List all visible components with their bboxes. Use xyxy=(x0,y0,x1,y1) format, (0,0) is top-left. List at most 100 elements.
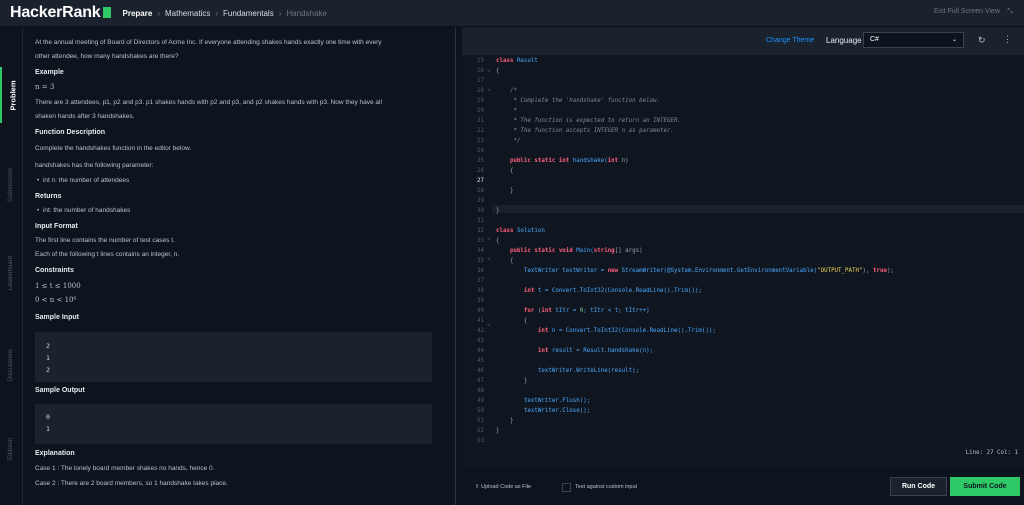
breadcrumb-fundamentals[interactable]: Fundamentals xyxy=(223,9,274,18)
line-number: 23 xyxy=(477,138,484,144)
chevron-right-icon: › xyxy=(157,8,160,18)
custom-input-label[interactable]: Test against custom input xyxy=(575,484,637,490)
fold-icon[interactable]: ⌄ xyxy=(487,86,491,92)
code-keyword: public static int xyxy=(496,158,570,164)
line-number: 44 xyxy=(477,348,484,354)
splitter-line xyxy=(455,27,456,505)
tab-submissions[interactable]: Submissions xyxy=(0,157,22,213)
code-comment: * The function accepts INTEGER n as para… xyxy=(496,128,674,134)
code-identifier: Main( xyxy=(572,248,594,254)
line-number: 49 xyxy=(477,398,484,404)
editor-panel: Change Theme Language C# ⌄ ↻ ⋮ 15 16 17 18 1… xyxy=(462,27,1024,505)
code-identifier: n = Convert.ToInt32(Console.ReadLine().T… xyxy=(548,328,716,334)
intro-text-1: At the annual meeting of Board of Direct… xyxy=(35,39,382,46)
line-number: 53 xyxy=(477,438,484,444)
line-number: 29 xyxy=(477,198,484,204)
code-line: textWriter.Flush(); xyxy=(496,398,591,404)
tab-discussions[interactable]: Discussions xyxy=(0,337,22,393)
tab-leaderboard[interactable]: Leaderboard xyxy=(0,245,22,301)
tab-editorial-label: Editorial xyxy=(8,438,14,460)
problem-statement: At the annual meeting of Board of Direct… xyxy=(23,27,449,505)
line-number: 35 xyxy=(477,258,484,264)
chevron-right-icon: › xyxy=(215,8,219,18)
line-number: 28 xyxy=(477,188,484,194)
line-number: 37 xyxy=(477,278,484,284)
code-punct: ), xyxy=(862,268,873,274)
more-options-icon[interactable]: ⋮ xyxy=(1003,34,1012,45)
tab-problem[interactable]: Problem xyxy=(0,67,24,123)
fold-icon[interactable]: ⌄ xyxy=(487,235,491,241)
line-number: 45 xyxy=(477,358,484,364)
line-number: 46 xyxy=(477,368,484,374)
submit-code-button[interactable]: Submit Code xyxy=(950,477,1020,496)
side-tabs: Problem Submissions Leaderboard Discussi… xyxy=(0,27,23,505)
code-keyword: new xyxy=(607,268,619,274)
returns-heading: Returns xyxy=(35,193,62,200)
line-number: 43 xyxy=(477,338,484,344)
code-line: int result = Result.handshake(n); xyxy=(496,348,653,354)
reset-code-icon[interactable]: ↻ xyxy=(978,35,986,46)
constraint-1: 1 ≤ t ≤ 1000 xyxy=(35,282,81,290)
exit-full-screen-link[interactable]: Exit Full Screen View xyxy=(934,8,1000,15)
breadcrumb-mathematics[interactable]: Mathematics xyxy=(165,9,210,18)
line-number: 30 xyxy=(477,208,484,214)
code-line: } xyxy=(496,188,514,194)
sample-input-line: 2 xyxy=(46,366,50,374)
hackerrank-logo[interactable]: HackerRank xyxy=(10,4,111,22)
code-line: class Result xyxy=(496,58,538,64)
code-keyword: int xyxy=(496,328,549,334)
sample-output-line: 0 xyxy=(46,413,50,421)
function-description-heading: Function Description xyxy=(35,129,105,136)
code-identifier: result = Result.handshake(n); xyxy=(548,348,654,354)
code-keyword: class xyxy=(496,58,514,64)
function-description-text: Complete the handshakes function in the … xyxy=(35,145,192,152)
code-identifier: t = Convert.ToInt32(Console.ReadLine().T… xyxy=(534,288,702,294)
breadcrumb-prepare[interactable]: Prepare xyxy=(123,9,153,18)
sample-output-line: 1 xyxy=(46,425,50,433)
code-line: } xyxy=(496,418,514,424)
code-line: } xyxy=(496,428,500,434)
constraints-heading: Constraints xyxy=(35,267,74,274)
line-number: 17 xyxy=(477,78,484,84)
language-select[interactable]: C# ⌄ xyxy=(863,32,964,48)
line-number: 27 xyxy=(477,178,484,184)
example-text-1: There are 3 attendees, p1, p2 and p3. p1… xyxy=(35,99,382,106)
code-keyword: for xyxy=(496,308,535,314)
code-comment: * The function is expected to return an … xyxy=(496,118,681,124)
top-bar: HackerRank Prepare › Mathematics › Funda… xyxy=(0,0,1024,27)
line-number: 26 xyxy=(477,168,484,174)
line-number: 40 xyxy=(477,308,484,314)
line-number: 36 xyxy=(477,268,484,274)
line-number: 20 xyxy=(477,108,484,114)
active-line-highlight xyxy=(492,205,1024,213)
fold-icon[interactable]: ⌄ xyxy=(487,255,491,261)
custom-input-checkbox[interactable] xyxy=(562,483,571,492)
line-number: 39 xyxy=(477,298,484,304)
line-number: 41 xyxy=(477,318,484,324)
change-theme-link[interactable]: Change Theme xyxy=(766,37,814,44)
explanation-1: Case 1 : The lonely board member shakes … xyxy=(35,465,215,472)
line-number: 42 xyxy=(477,328,484,334)
code-line: public static void Main(string[] args) xyxy=(496,248,643,254)
code-identifier: n) xyxy=(618,158,629,164)
collapse-icon[interactable]: ⤡ xyxy=(1007,8,1013,16)
fold-icon[interactable]: ⌄ xyxy=(487,321,491,327)
tab-editorial[interactable]: Editorial xyxy=(0,421,22,477)
code-editor[interactable]: 15 16 17 18 19 20 21 22 23 24 25 26 27 28 29 30 31 32 33 34… xyxy=(462,55,1024,495)
parameter-item-text: int n: the number of attendees xyxy=(42,177,130,184)
line-number: 16 xyxy=(477,68,484,74)
code-line: { xyxy=(496,168,514,174)
example-n: n = 3 xyxy=(35,83,55,91)
line-number: 25 xyxy=(477,158,484,164)
code-type: Solution xyxy=(513,228,545,234)
upload-code-link[interactable]: ⇧ Upload Code as File xyxy=(475,484,531,490)
run-code-button[interactable]: Run Code xyxy=(890,477,947,496)
chevron-right-icon: › xyxy=(278,8,282,18)
editor-footer: ⇧ Upload Code as File Test against custo… xyxy=(462,468,1024,505)
sample-output-heading: Sample Output xyxy=(35,387,85,394)
logo-mark-icon xyxy=(102,7,111,18)
fold-icon[interactable]: ⌄ xyxy=(487,67,491,73)
line-number: 15 xyxy=(477,58,484,64)
sample-input-line: 2 xyxy=(46,342,50,350)
code-keyword: int xyxy=(607,158,619,164)
